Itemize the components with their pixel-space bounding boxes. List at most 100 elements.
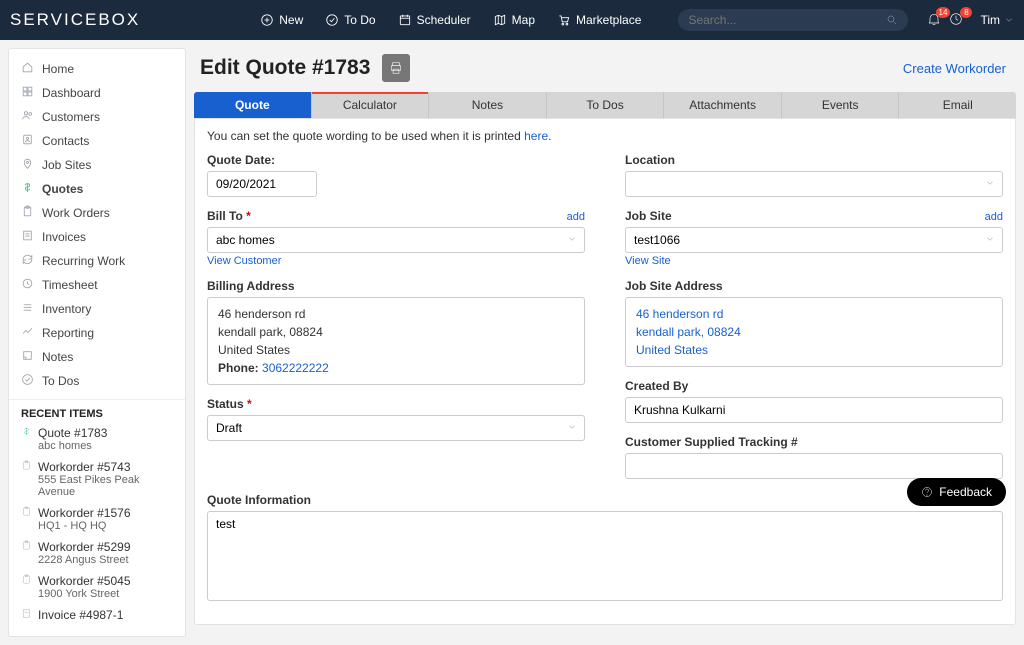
add-bill-to-link[interactable]: add (567, 211, 585, 223)
quote-info-textarea[interactable] (207, 511, 1003, 601)
users-icon (21, 109, 34, 125)
recent-item[interactable]: Workorder #1576 HQ1 - HQ HQ (9, 504, 185, 538)
create-workorder-link[interactable]: Create Workorder (903, 61, 1006, 76)
refresh-icon (21, 253, 34, 269)
recent-title: Invoice #4987-1 (38, 608, 123, 622)
feedback-button[interactable]: Feedback (907, 478, 1006, 506)
label-status: Status * (207, 397, 585, 411)
sidebar-item-inventory[interactable]: Inventory (9, 297, 185, 321)
sidebar-item-label: Timesheet (42, 278, 98, 292)
sidebar-item-label: Home (42, 62, 74, 76)
recent-sub: 1900 York Street (21, 588, 173, 600)
label-bill-to: Bill To * (207, 209, 251, 223)
print-button[interactable] (382, 54, 410, 82)
view-customer-link[interactable]: View Customer (207, 255, 281, 267)
topmenu-label: Map (512, 13, 535, 27)
add-job-site-link[interactable]: add (985, 211, 1003, 223)
sidebar-item-reporting[interactable]: Reporting (9, 321, 185, 345)
sidebar-item-label: Work Orders (42, 206, 110, 220)
sidebar-item-label: Notes (42, 350, 73, 364)
jobsite-addr-line[interactable]: kendall park, 08824 (636, 325, 741, 339)
notification-bell-1[interactable]: 14 (926, 11, 942, 30)
recent-item[interactable]: Quote #1783 abc homes (9, 424, 185, 458)
sidebar-item-dashboard[interactable]: Dashboard (9, 81, 185, 105)
sidebar-item-notes[interactable]: Notes (9, 345, 185, 369)
top-search[interactable] (678, 9, 908, 31)
quote-date-input[interactable] (207, 171, 317, 197)
sidebar-item-recurring[interactable]: Recurring Work (9, 249, 185, 273)
sidebar-item-todos[interactable]: To Dos (9, 369, 185, 393)
field-status: Status * (207, 397, 585, 441)
recent-item[interactable]: Invoice #4987-1 (9, 606, 185, 628)
recent-title: Workorder #1576 (38, 506, 131, 520)
tab-calculator[interactable]: Calculator (312, 92, 430, 118)
tab-notes[interactable]: Notes (429, 92, 547, 118)
search-icon (886, 14, 898, 26)
sidebar-item-jobsites[interactable]: Job Sites (9, 153, 185, 177)
user-name: Tim (980, 13, 1000, 27)
sidebar-item-quotes[interactable]: Quotes (9, 177, 185, 201)
recent-item[interactable]: Workorder #5743 555 East Pikes Peak Aven… (9, 458, 185, 504)
job-site-select[interactable] (625, 227, 1003, 253)
calendar-icon (398, 13, 412, 27)
sidebar-item-timesheet[interactable]: Timesheet (9, 273, 185, 297)
check-circle-icon (21, 373, 34, 389)
sidebar-item-label: Reporting (42, 326, 94, 340)
tab-events[interactable]: Events (782, 92, 900, 118)
notification-bell-2[interactable]: 8 (948, 11, 964, 30)
recent-title: Workorder #5045 (38, 574, 131, 588)
sidebar-item-customers[interactable]: Customers (9, 105, 185, 129)
topmenu-todo[interactable]: To Do (325, 13, 375, 27)
jobsite-addr-line[interactable]: United States (636, 343, 708, 357)
chevron-down-icon (1004, 15, 1014, 25)
sidebar-item-home[interactable]: Home (9, 57, 185, 81)
jobsite-address-box: 46 henderson rd kendall park, 08824 Unit… (625, 297, 1003, 367)
location-select[interactable] (625, 171, 1003, 197)
label-tracking: Customer Supplied Tracking # (625, 435, 1003, 449)
view-site-link[interactable]: View Site (625, 255, 671, 267)
search-input[interactable] (688, 13, 886, 27)
sidebar-item-label: Contacts (42, 134, 89, 148)
grid-icon (21, 85, 34, 101)
check-circle-icon (325, 13, 339, 27)
tab-todos[interactable]: To Dos (547, 92, 665, 118)
hint-link[interactable]: here (524, 129, 548, 143)
map-icon (493, 13, 507, 27)
tab-email[interactable]: Email (899, 92, 1016, 118)
created-by-input[interactable] (625, 397, 1003, 423)
topmenu-map[interactable]: Map (493, 13, 535, 27)
home-icon (21, 61, 34, 77)
topmenu-label: Scheduler (417, 13, 471, 27)
sidebar-item-label: Recurring Work (42, 254, 125, 268)
topmenu-scheduler[interactable]: Scheduler (398, 13, 471, 27)
topmenu-marketplace[interactable]: Marketplace (557, 13, 641, 27)
tab-quote[interactable]: Quote (194, 92, 312, 118)
note-icon (21, 349, 34, 365)
topmenu-new[interactable]: New (260, 13, 303, 27)
tracking-input[interactable] (625, 453, 1003, 479)
invoice-icon (21, 608, 32, 622)
field-billing-address: Billing Address 46 henderson rd kendall … (207, 279, 585, 385)
status-select[interactable] (207, 415, 585, 441)
field-created-by: Created By (625, 379, 1003, 423)
topmenu-label: To Do (344, 13, 375, 27)
user-menu[interactable]: Tim (980, 13, 1014, 27)
top-bar: SERVICEBOX New To Do Scheduler Map Marke… (0, 0, 1024, 40)
hint-text: You can set the quote wording to be used… (207, 129, 1003, 143)
recent-item[interactable]: Workorder #5045 1900 York Street (9, 572, 185, 606)
jobsite-addr-line[interactable]: 46 henderson rd (636, 307, 723, 321)
recent-item[interactable]: Workorder #5299 2228 Angus Street (9, 538, 185, 572)
sidebar-item-contacts[interactable]: Contacts (9, 129, 185, 153)
form-panel: You can set the quote wording to be used… (194, 118, 1016, 625)
clipboard-icon (21, 506, 32, 520)
tab-attachments[interactable]: Attachments (664, 92, 782, 118)
clipboard-icon (21, 205, 34, 221)
sidebar-item-label: Customers (42, 110, 100, 124)
topmenu-label: New (279, 13, 303, 27)
sidebar-item-workorders[interactable]: Work Orders (9, 201, 185, 225)
bill-to-select[interactable] (207, 227, 585, 253)
recent-items-header: RECENT ITEMS (9, 399, 185, 424)
billing-address-box: 46 henderson rd kendall park, 08824 Unit… (207, 297, 585, 385)
sidebar-item-invoices[interactable]: Invoices (9, 225, 185, 249)
phone-link[interactable]: 3062222222 (262, 361, 329, 375)
